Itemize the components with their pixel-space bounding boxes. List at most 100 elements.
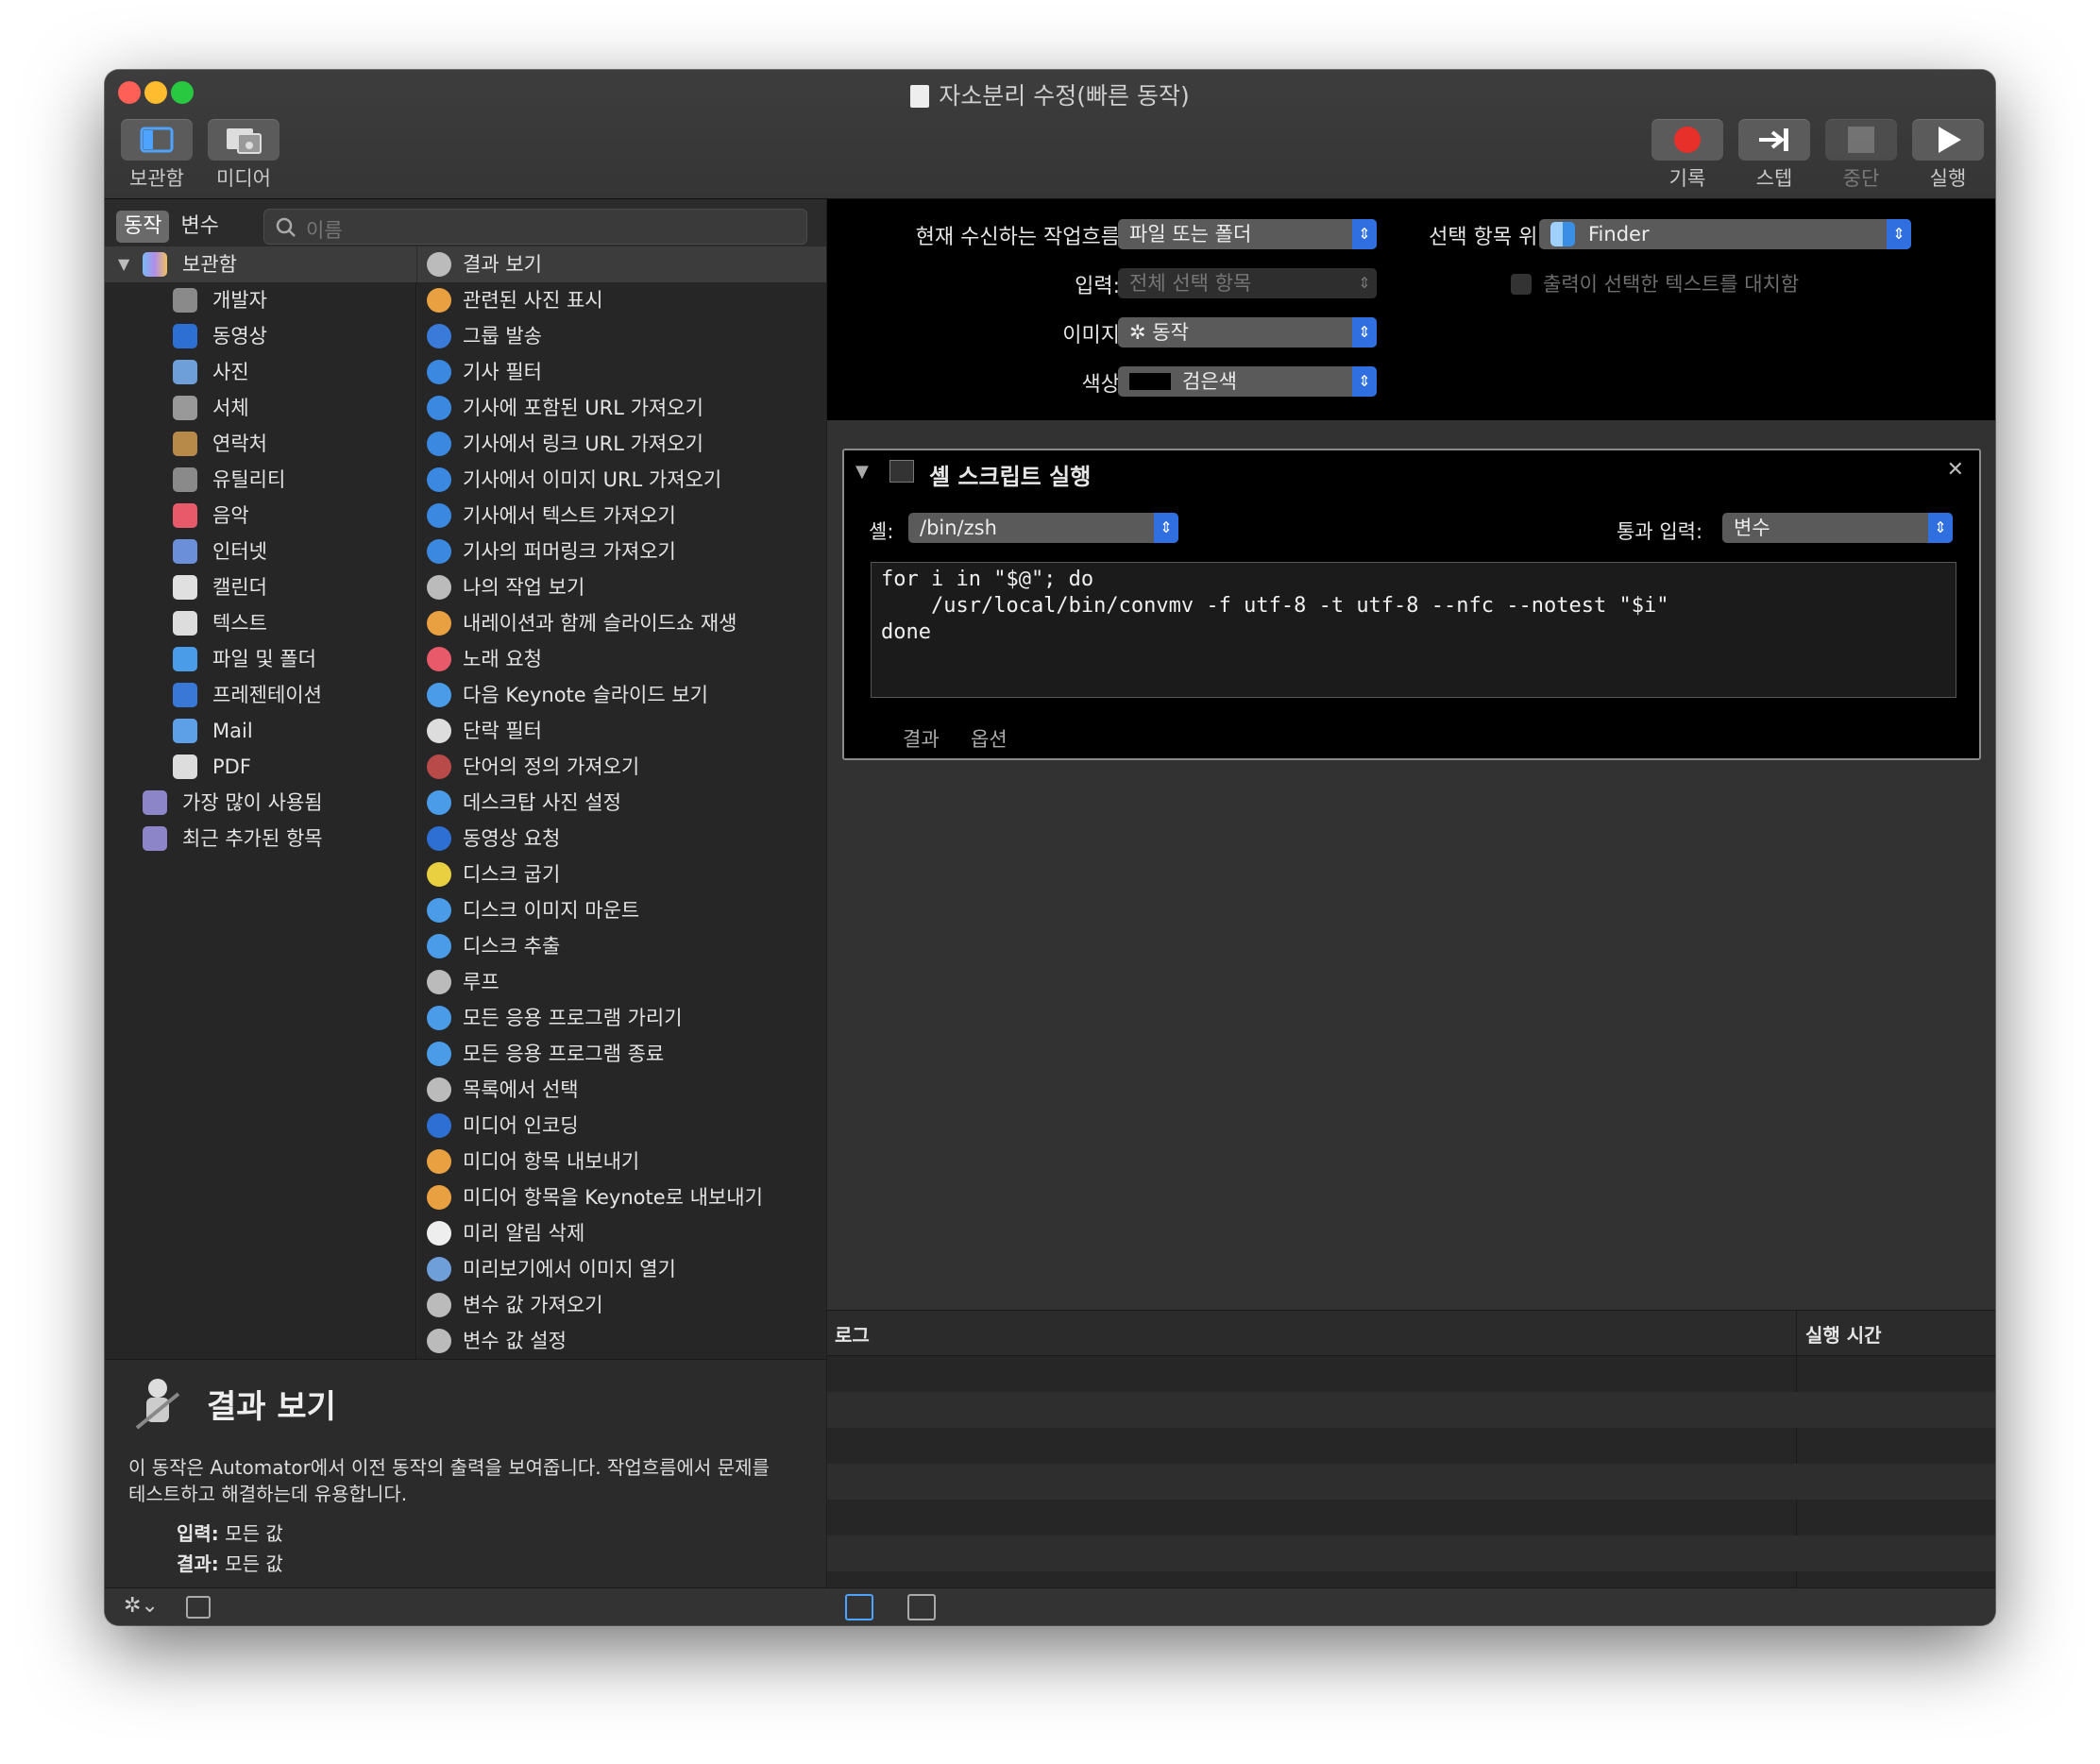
shell-label: 셸: [869, 520, 894, 543]
category-item[interactable]: 연락처 [105, 426, 416, 462]
tab-variables[interactable]: 변수 [173, 211, 226, 243]
search-icon [276, 217, 296, 237]
flow-view-icon[interactable] [907, 1594, 936, 1620]
media-button[interactable] [208, 119, 279, 161]
color-swatch [1129, 373, 1171, 390]
action-item[interactable]: 미리 알림 삭제 [417, 1215, 826, 1251]
category-list: ▼ 보관함 개발자 동영상 사진 서체 연락처 유틸리티 음악 인터넷 캘린더 텍스트 파일 및 폴… [105, 246, 416, 1359]
action-item[interactable]: 루프 [417, 964, 826, 1000]
category-item[interactable]: 인터넷 [105, 534, 416, 569]
action-item[interactable]: 관련된 사진 표시 [417, 282, 826, 318]
action-item[interactable]: 목록에서 선택 [417, 1072, 826, 1108]
action-item[interactable]: 단어의 정의 가져오기 [417, 749, 826, 785]
action-item[interactable]: 미리보기에서 이미지 열기 [417, 1251, 826, 1287]
action-icon [427, 288, 451, 313]
category-item[interactable]: 개발자 [105, 282, 416, 318]
action-item[interactable]: 모든 응용 프로그램 가리기 [417, 1000, 826, 1036]
library-root-row[interactable]: ▼ 보관함 [105, 246, 416, 282]
record-button[interactable] [1651, 119, 1723, 161]
gear-menu-icon[interactable]: ✲⌄ [124, 1594, 159, 1618]
tab-options[interactable]: 옵션 [971, 724, 1008, 753]
action-item[interactable]: 미디어 항목 내보내기 [417, 1144, 826, 1179]
action-item[interactable]: 모든 응용 프로그램 종료 [417, 1036, 826, 1072]
action-item[interactable]: 기사에서 이미지 URL 가져오기 [417, 462, 826, 498]
category-item[interactable]: 텍스트 [105, 605, 416, 641]
action-item[interactable]: 미디어 항목을 Keynote로 내보내기 [417, 1179, 826, 1215]
location-label: 선택 항목 위치: [1429, 226, 1564, 249]
action-icon [427, 970, 451, 994]
automator-robot-icon [135, 1379, 180, 1430]
shell-popup[interactable]: /bin/zsh ⇕ [908, 513, 1178, 543]
search-placeholder: 이름 [306, 219, 343, 242]
color-popup[interactable]: 검은색 ⇕ [1118, 366, 1377, 397]
category-item[interactable]: 서체 [105, 390, 416, 426]
run-button[interactable] [1912, 119, 1984, 161]
category-item[interactable]: 유틸리티 [105, 462, 416, 498]
action-item[interactable]: 미디어 인코딩 [417, 1108, 826, 1144]
smart-group-item[interactable]: 최근 추가된 항목 [105, 821, 416, 857]
category-item[interactable]: PDF [105, 749, 416, 785]
play-icon [1939, 127, 1961, 153]
action-item[interactable]: 기사의 퍼머링크 가져오기 [417, 534, 826, 569]
list-view-icon[interactable] [845, 1594, 873, 1620]
action-list: 결과 보기 관련된 사진 표시 그룹 발송 기사 필터 기사에 포함된 URL 가져오기… [417, 246, 826, 1359]
input-popup[interactable]: 전체 선택 항목 ⇕ [1118, 268, 1377, 298]
close-action-icon[interactable]: ✕ [1947, 458, 1964, 482]
location-popup[interactable]: Finder ⇕ [1539, 219, 1911, 249]
category-icon [173, 539, 197, 564]
action-item[interactable]: 데스크탑 사진 설정 [417, 785, 826, 821]
action-item[interactable]: 그룹 발송 [417, 318, 826, 354]
step-button[interactable] [1738, 119, 1810, 161]
action-item[interactable]: 단락 필터 [417, 713, 826, 749]
category-item[interactable]: 캘린더 [105, 569, 416, 605]
action-item[interactable]: 디스크 이미지 마운트 [417, 892, 826, 928]
action-item[interactable]: 노래 요청 [417, 641, 826, 677]
smart-group-item[interactable]: 가장 많이 사용됨 [105, 785, 416, 821]
action-item[interactable]: 기사 필터 [417, 354, 826, 390]
replace-checkbox[interactable] [1511, 274, 1532, 295]
action-item[interactable]: 디스크 추출 [417, 928, 826, 964]
image-popup[interactable]: ✲ 동작 ⇕ [1118, 317, 1377, 348]
stop-button[interactable] [1825, 119, 1897, 161]
smart-folder-icon [143, 826, 167, 851]
action-item[interactable]: 다음 Keynote 슬라이드 보기 [417, 677, 826, 713]
tab-actions[interactable]: 동작 [116, 211, 170, 243]
log-column-header[interactable]: 로그 [835, 1320, 870, 1348]
category-icon [173, 396, 197, 420]
tab-results[interactable]: 결과 [903, 724, 940, 753]
popup-arrows-icon: ⇕ [1352, 219, 1377, 249]
popup-arrows-icon: ⇕ [1352, 268, 1377, 298]
action-icon [427, 467, 451, 492]
script-editor[interactable]: for i in "$@"; do /usr/local/bin/convmv … [871, 562, 1956, 698]
category-item[interactable]: 음악 [105, 498, 416, 534]
popup-arrows-icon: ⇕ [1352, 366, 1377, 397]
action-item[interactable]: 결과 보기 [417, 246, 826, 282]
action-icon [427, 755, 451, 779]
action-item[interactable]: 변수 값 가져오기 [417, 1287, 826, 1323]
action-icon [427, 1077, 451, 1102]
receives-popup[interactable]: 파일 또는 폴더 ⇕ [1118, 219, 1377, 249]
action-item[interactable]: 나의 작업 보기 [417, 569, 826, 605]
search-input[interactable]: 이름 [263, 209, 807, 245]
action-icon [427, 1221, 451, 1246]
action-item[interactable]: 기사에서 링크 URL 가져오기 [417, 426, 826, 462]
category-item[interactable]: Mail [105, 713, 416, 749]
action-item[interactable]: 기사에서 텍스트 가져오기 [417, 498, 826, 534]
collapse-triangle-icon[interactable]: ▼ [855, 462, 869, 482]
category-item[interactable]: 사진 [105, 354, 416, 390]
action-item[interactable]: 변수 값 설정 [417, 1323, 826, 1359]
category-item[interactable]: 파일 및 폴더 [105, 641, 416, 677]
action-item[interactable]: 내레이션과 함께 슬라이드쇼 재생 [417, 605, 826, 641]
pass-input-popup[interactable]: 변수 ⇕ [1722, 513, 1953, 543]
action-item[interactable]: 기사에 포함된 URL 가져오기 [417, 390, 826, 426]
action-item[interactable]: 디스크 굽기 [417, 857, 826, 892]
library-toggle-button[interactable] [121, 119, 193, 161]
category-icon [173, 503, 197, 528]
action-item[interactable]: 동영상 요청 [417, 821, 826, 857]
step-icon [1759, 128, 1788, 151]
category-item[interactable]: 프레젠테이션 [105, 677, 416, 713]
action-icon [427, 1113, 451, 1138]
duration-column-header[interactable]: 실행 시간 [1805, 1320, 1882, 1348]
category-item[interactable]: 동영상 [105, 318, 416, 354]
description-toggle-icon[interactable] [186, 1596, 211, 1619]
